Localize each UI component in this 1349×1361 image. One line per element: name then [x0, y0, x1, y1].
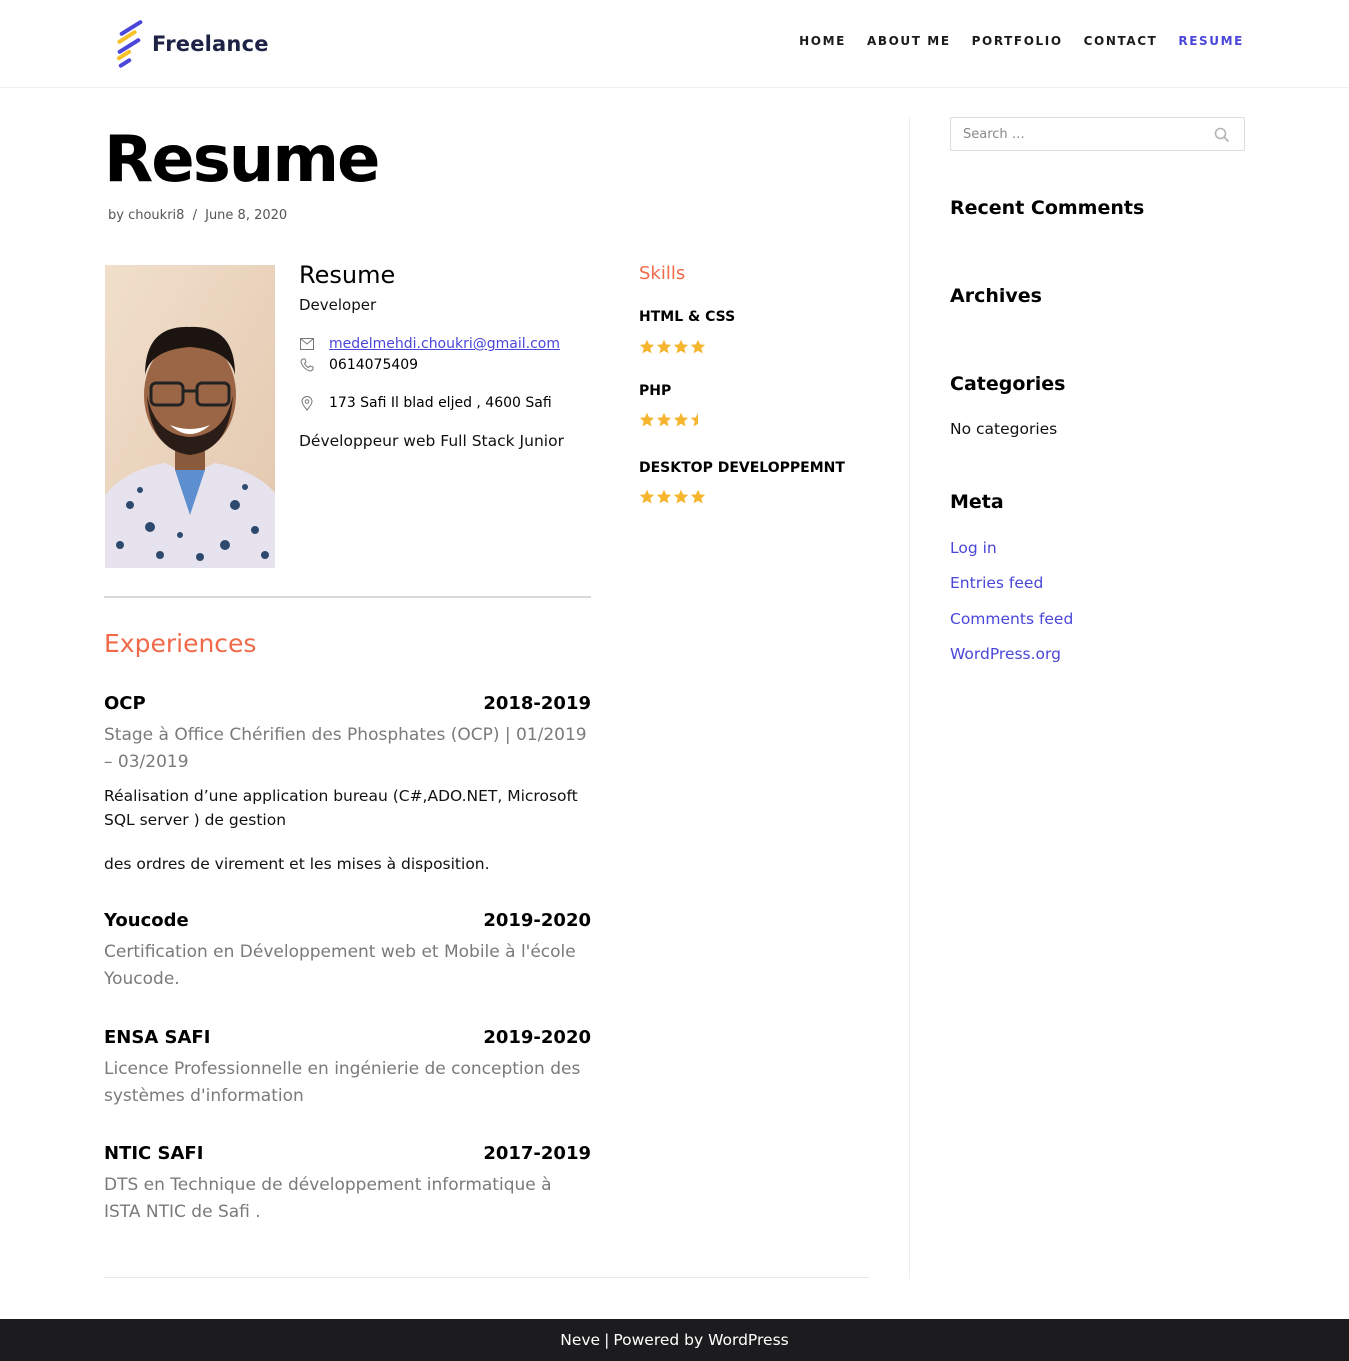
site-header: Freelance HOME ABOUT ME PORTFOLIO CONTAC… — [0, 0, 1349, 88]
experience-period: 2019-2020 — [483, 910, 591, 931]
star-icon — [690, 489, 706, 504]
experience-description-continued: des ordres de virement et les mises à di… — [104, 855, 490, 873]
author-link[interactable]: choukri8 — [128, 208, 184, 223]
experience-period: 2018-2019 — [483, 693, 591, 714]
theme-link[interactable]: Neve — [560, 1331, 600, 1349]
logo-mark-icon — [114, 19, 146, 69]
contact-address-row: 173 Safi Il blad eljed , 4600 Safi — [299, 395, 552, 411]
star-icon — [690, 339, 706, 354]
experience-subtitle: DTS en Technique de développement inform… — [104, 1175, 552, 1222]
skill-name: DESKTOP DEVELOPPEMNT — [639, 460, 845, 476]
experience-subtitle: Licence Professionnelle en ingénierie de… — [104, 1059, 581, 1106]
map-pin-icon — [299, 395, 315, 411]
experience-org: OCP — [104, 693, 146, 714]
star-icon — [639, 412, 655, 427]
phone-icon — [299, 357, 315, 373]
experience-item: ENSA SAFI 2019-2020 Licence Professionne… — [104, 1027, 591, 1110]
meta-heading: Meta — [950, 491, 1004, 513]
section-divider — [104, 596, 591, 598]
footer-separator: | — [604, 1331, 610, 1349]
skill-rating — [639, 339, 706, 355]
main-nav: HOME ABOUT ME PORTFOLIO CONTACT RESUME — [778, 34, 1244, 48]
experience-item: NTIC SAFI 2017-2019 DTS en Technique de … — [104, 1143, 591, 1226]
star-icon — [673, 339, 689, 354]
experience-org: Youcode — [104, 910, 189, 931]
recent-comments-heading: Recent Comments — [950, 197, 1145, 219]
star-icon — [639, 339, 655, 354]
nav-home[interactable]: HOME — [799, 34, 846, 48]
search-icon[interactable] — [1214, 127, 1230, 143]
post-meta: by choukri8 / June 8, 2020 — [108, 208, 287, 223]
profile-name: Resume — [299, 261, 396, 289]
email-link[interactable]: medelmehdi.choukri@gmail.com — [329, 336, 560, 352]
star-icon — [673, 412, 689, 427]
experiences-heading: Experiences — [104, 629, 257, 658]
powered-by-link[interactable]: Powered by WordPress — [613, 1331, 788, 1349]
star-icon — [656, 412, 672, 427]
experience-item: Youcode 2019-2020 Certification en Dével… — [104, 910, 591, 993]
skill-name: HTML & CSS — [639, 309, 736, 325]
site-footer: Neve | Powered by WordPress — [0, 1319, 1349, 1361]
sidebar-divider — [909, 118, 910, 1279]
experience-subtitle: Stage à Office Chérifien des Phosphates … — [104, 725, 587, 772]
address-text: 173 Safi Il blad eljed , 4600 Safi — [329, 395, 552, 411]
experience-item: OCP 2018-2019 Stage à Office Chérifien d… — [104, 693, 591, 876]
experience-org: NTIC SAFI — [104, 1143, 204, 1164]
star-icon — [673, 489, 689, 504]
skill-rating — [639, 489, 706, 505]
skill-name: PHP — [639, 383, 672, 399]
profile-photo — [105, 265, 275, 568]
meta-by: by — [108, 208, 124, 223]
logo-text: Freelance — [152, 32, 269, 56]
experience-description: Réalisation d’une application bureau (C#… — [104, 787, 578, 829]
contact-email-row: medelmehdi.choukri@gmail.com — [299, 336, 560, 352]
contact-phone-row: 0614075409 — [299, 357, 418, 373]
star-icon — [656, 489, 672, 504]
categories-heading: Categories — [950, 373, 1066, 395]
star-icon — [639, 489, 655, 504]
entries-feed-link[interactable]: Entries feed — [950, 574, 1043, 592]
search-form — [950, 117, 1245, 151]
skills-heading: Skills — [639, 263, 686, 284]
page-title: Resume — [104, 123, 380, 197]
skill-rating — [639, 412, 706, 428]
star-icon — [656, 339, 672, 354]
experience-period: 2017-2019 — [483, 1143, 591, 1164]
site-logo[interactable]: Freelance — [114, 18, 269, 70]
profile-summary: Développeur web Full Stack Junior — [299, 432, 564, 450]
wordpress-org-link[interactable]: WordPress.org — [950, 645, 1061, 663]
post-date: June 8, 2020 — [205, 208, 288, 223]
experience-org: ENSA SAFI — [104, 1027, 211, 1048]
profile-role: Developer — [299, 296, 377, 314]
experience-period: 2019-2020 — [483, 1027, 591, 1048]
experience-subtitle: Certification en Développement web et Mo… — [104, 942, 576, 989]
meta-separator: / — [192, 208, 197, 223]
envelope-icon — [299, 336, 315, 352]
nav-about-me[interactable]: ABOUT ME — [867, 34, 951, 48]
half-star-icon — [690, 412, 698, 427]
nav-contact[interactable]: CONTACT — [1084, 34, 1158, 48]
content-bottom-divider — [104, 1277, 869, 1278]
log-in-link[interactable]: Log in — [950, 539, 997, 557]
nav-portfolio[interactable]: PORTFOLIO — [972, 34, 1063, 48]
comments-feed-link[interactable]: Comments feed — [950, 610, 1073, 628]
phone-number: 0614075409 — [329, 357, 419, 373]
archives-heading: Archives — [950, 285, 1042, 307]
no-categories-text: No categories — [950, 420, 1058, 438]
nav-resume[interactable]: RESUME — [1178, 34, 1244, 48]
search-input[interactable] — [951, 118, 1201, 150]
